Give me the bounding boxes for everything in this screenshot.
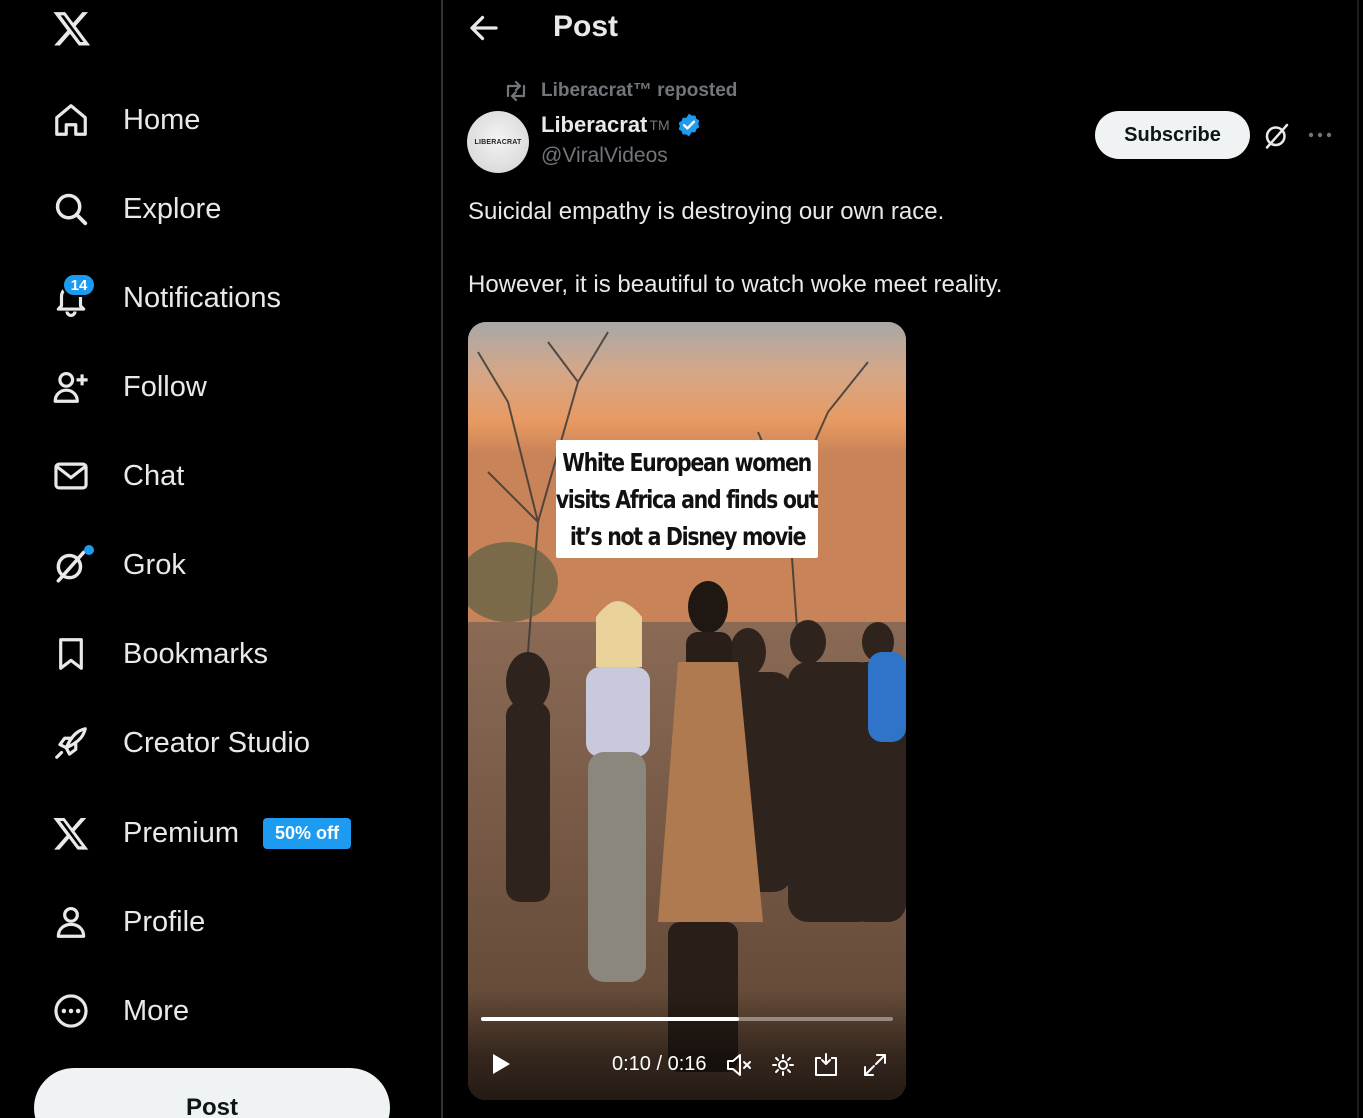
column-divider [441, 0, 443, 1118]
sidebar: Home Explore 14 Notifications Follow Cha… [0, 0, 442, 1118]
video-caption-line-3: it’s not a Disney movie [569, 521, 806, 551]
author-display-name[interactable]: Liberacrat [541, 112, 647, 138]
nav-label-home: Home [123, 103, 201, 136]
page-title: Post [553, 10, 619, 43]
post-text-line-1: Suicidal empathy is destroying our own r… [468, 198, 945, 225]
nav-creator-studio[interactable]: Creator Studio [50, 715, 310, 771]
mute-icon[interactable] [724, 1050, 754, 1080]
arrow-left-icon[interactable] [466, 10, 502, 46]
avatar-text: LIBERACRAT [474, 138, 522, 146]
nav-notifications[interactable]: 14 Notifications [50, 270, 281, 326]
video-controls-overlay [468, 990, 906, 1100]
post-button[interactable]: Post [34, 1068, 390, 1118]
more-options-icon[interactable] [1303, 120, 1337, 150]
nav-grok[interactable]: Grok [50, 537, 186, 593]
notification-count-badge: 14 [62, 273, 96, 297]
video-progress-fill [481, 1017, 739, 1021]
video-player[interactable]: White European women visits Africa and f… [468, 322, 906, 1100]
grok-new-dot [84, 545, 94, 555]
nav-label-bookmarks: Bookmarks [123, 637, 269, 670]
more-circle-icon [50, 990, 92, 1032]
nav-label-profile: Profile [123, 905, 206, 938]
bell-icon: 14 [50, 273, 96, 319]
repost-icon [506, 80, 526, 102]
subscribe-button[interactable]: Subscribe [1095, 111, 1250, 159]
search-icon [50, 188, 92, 230]
x-logo-icon[interactable] [52, 8, 92, 48]
video-caption-box: White European women visits Africa and f… [556, 440, 819, 558]
nav-label-grok: Grok [123, 548, 186, 581]
video-progress-bar[interactable] [481, 1017, 893, 1021]
nav-more[interactable]: More [50, 983, 189, 1039]
nav-chat[interactable]: Chat [50, 448, 184, 504]
nav-label-follow: Follow [123, 370, 207, 403]
avatar[interactable]: LIBERACRAT [467, 111, 529, 173]
nav-explore[interactable]: Explore [50, 181, 221, 237]
nav-label-explore: Explore [123, 192, 222, 225]
x-logo-icon [50, 812, 92, 854]
video-time: 0:10 / 0:16 [612, 1053, 707, 1075]
nav-bookmarks[interactable]: Bookmarks [50, 626, 268, 682]
author-tm: TM [649, 117, 670, 133]
author-handle[interactable]: @ViralVideos [541, 144, 668, 168]
verified-badge-icon [678, 113, 699, 137]
nav-label-creator-studio: Creator Studio [123, 726, 310, 759]
person-icon [50, 901, 92, 943]
rocket-icon [50, 722, 92, 764]
nav-follow[interactable]: Follow [50, 359, 207, 415]
premium-discount-badge: 50% off [263, 817, 352, 849]
nav-label-notifications: Notifications [123, 281, 281, 314]
nav-premium[interactable]: Premium 50% off [50, 805, 352, 861]
author-name[interactable]: Liberacrat TM [541, 112, 702, 138]
post-text-line-2: However, it is beautiful to watch woke m… [468, 271, 1003, 298]
column-divider-right [1357, 0, 1359, 1118]
envelope-icon [50, 455, 92, 497]
nav-profile[interactable]: Profile [50, 894, 205, 950]
person-add-icon [50, 366, 92, 408]
video-caption-line-1: White European women [562, 447, 813, 477]
nav-label-premium: Premium [123, 816, 240, 849]
grok-icon[interactable] [1262, 120, 1292, 150]
bookmark-icon [50, 633, 92, 675]
home-icon [50, 99, 92, 141]
video-caption-line-2: visits Africa and finds out [556, 484, 819, 514]
nav-label-more: More [123, 994, 190, 1027]
fullscreen-icon[interactable] [860, 1050, 890, 1080]
nav-label-chat: Chat [123, 459, 185, 492]
video-frame-image [468, 322, 906, 1100]
nav-home[interactable]: Home [50, 92, 200, 148]
grok-icon [50, 544, 94, 586]
repost-text[interactable]: Liberacrat™ reposted [541, 80, 737, 102]
play-icon[interactable] [486, 1050, 514, 1078]
dock-video-icon[interactable] [811, 1050, 841, 1080]
repost-indicator: Liberacrat™ reposted [503, 80, 737, 102]
settings-gear-icon[interactable] [768, 1050, 798, 1080]
